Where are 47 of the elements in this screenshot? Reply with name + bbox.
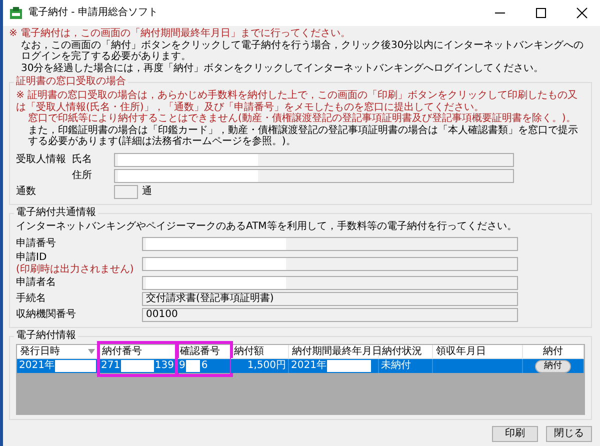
input-field[interactable] [114,168,514,182]
input-field[interactable] [114,152,514,166]
field-label: 収納機関番号 [16,309,77,321]
cell-text: 6 [201,360,208,372]
unit-label: 通 [142,186,152,198]
input-field[interactable] [114,184,138,198]
cell-text: 2021年 [291,360,326,372]
dialog-button[interactable]: 閉じる [546,426,592,442]
table-cell: 1,500円 [231,359,289,373]
pay-button[interactable]: 納付 [535,360,571,372]
notice-text: また，印鑑証明書の場合は「印鑑カード」，動産・債権譲渡登記の登記事項証明書の場合は「本人確認書類」を窓口で提示する必要があります(詳細は法務省ホームページを参照。)。 [27,124,579,148]
group-title: 電子納付情報 [14,330,78,342]
cell-text: 2021年 [19,360,54,372]
field-note: (印刷時は出力されません) [16,264,135,275]
notice-text: なお，この画面の「納付」ボタンをクリックして電子納付を行う場合，クリック後30分以内にインターネットバンキングへのログインを完了する必要があります。 [20,40,585,62]
field-value: 00100 [146,309,178,321]
field-value: 交付請求書(登記事項証明書) [146,293,274,305]
notice-text: ※ 電子納付は，この画面の「納付期間最終年月日」までに行ってください。 [9,28,352,40]
description-text: インターネットバンキングやペイジーマークのあるATM等を利用して，手数料等の電子納付を行ってください。 [16,220,518,232]
field-label: 住所 [72,170,93,182]
notice-text: 窓口で印紙等により納付することはできません(動産・債権譲渡登記の登記事項証明書及び登記事項概要証明書を除く。)。 [27,113,577,124]
input-field[interactable] [142,237,518,251]
field-label: 氏名 [72,154,93,166]
input-field[interactable]: 00100 [142,308,518,322]
input-field[interactable] [142,256,518,270]
close-icon[interactable] [576,7,588,19]
sort-icon [88,349,95,354]
field-label: 申請番号 [16,238,57,250]
group-title: 証明書の窓口受取の場合 [14,76,128,88]
maximize-icon[interactable] [535,7,547,19]
field-label: 申請ID [16,252,48,264]
input-field[interactable] [142,276,518,290]
window-title: 電子納付 - 申請用総合ソフト [28,7,159,19]
dialog-button[interactable]: 印刷 [492,426,538,442]
field-label: 通数 [16,186,37,198]
field-label: 受取人情報 [16,154,67,166]
cell-text: 9 [179,360,186,372]
field-label: 申請者名 [16,277,57,289]
cell-text: 未納付 [381,360,411,372]
app-icon [9,6,23,20]
input-field[interactable]: 交付請求書(登記事項証明書) [142,292,518,306]
notice-text: 30分を経過した場合には，再度「納付」ボタンをクリックしてインターネットバンキングへログインしてください。 [20,62,545,74]
notice-text: ※ 証明書の窓口受取の場合は，あらかじめ手数料を納付した上で，この画面の「印刷」ボタンをクリックして印刷したもの又は「受取人情報(氏名・住所)」，「通数」及び「申請番号」をメモしたものを窓口に提出してください。 [16,90,579,112]
cell-text: 139 [154,360,174,372]
field-label: 手続名 [16,293,47,305]
cell-text: 271 [101,360,120,372]
group-title: 電子納付共通情報 [14,206,98,218]
